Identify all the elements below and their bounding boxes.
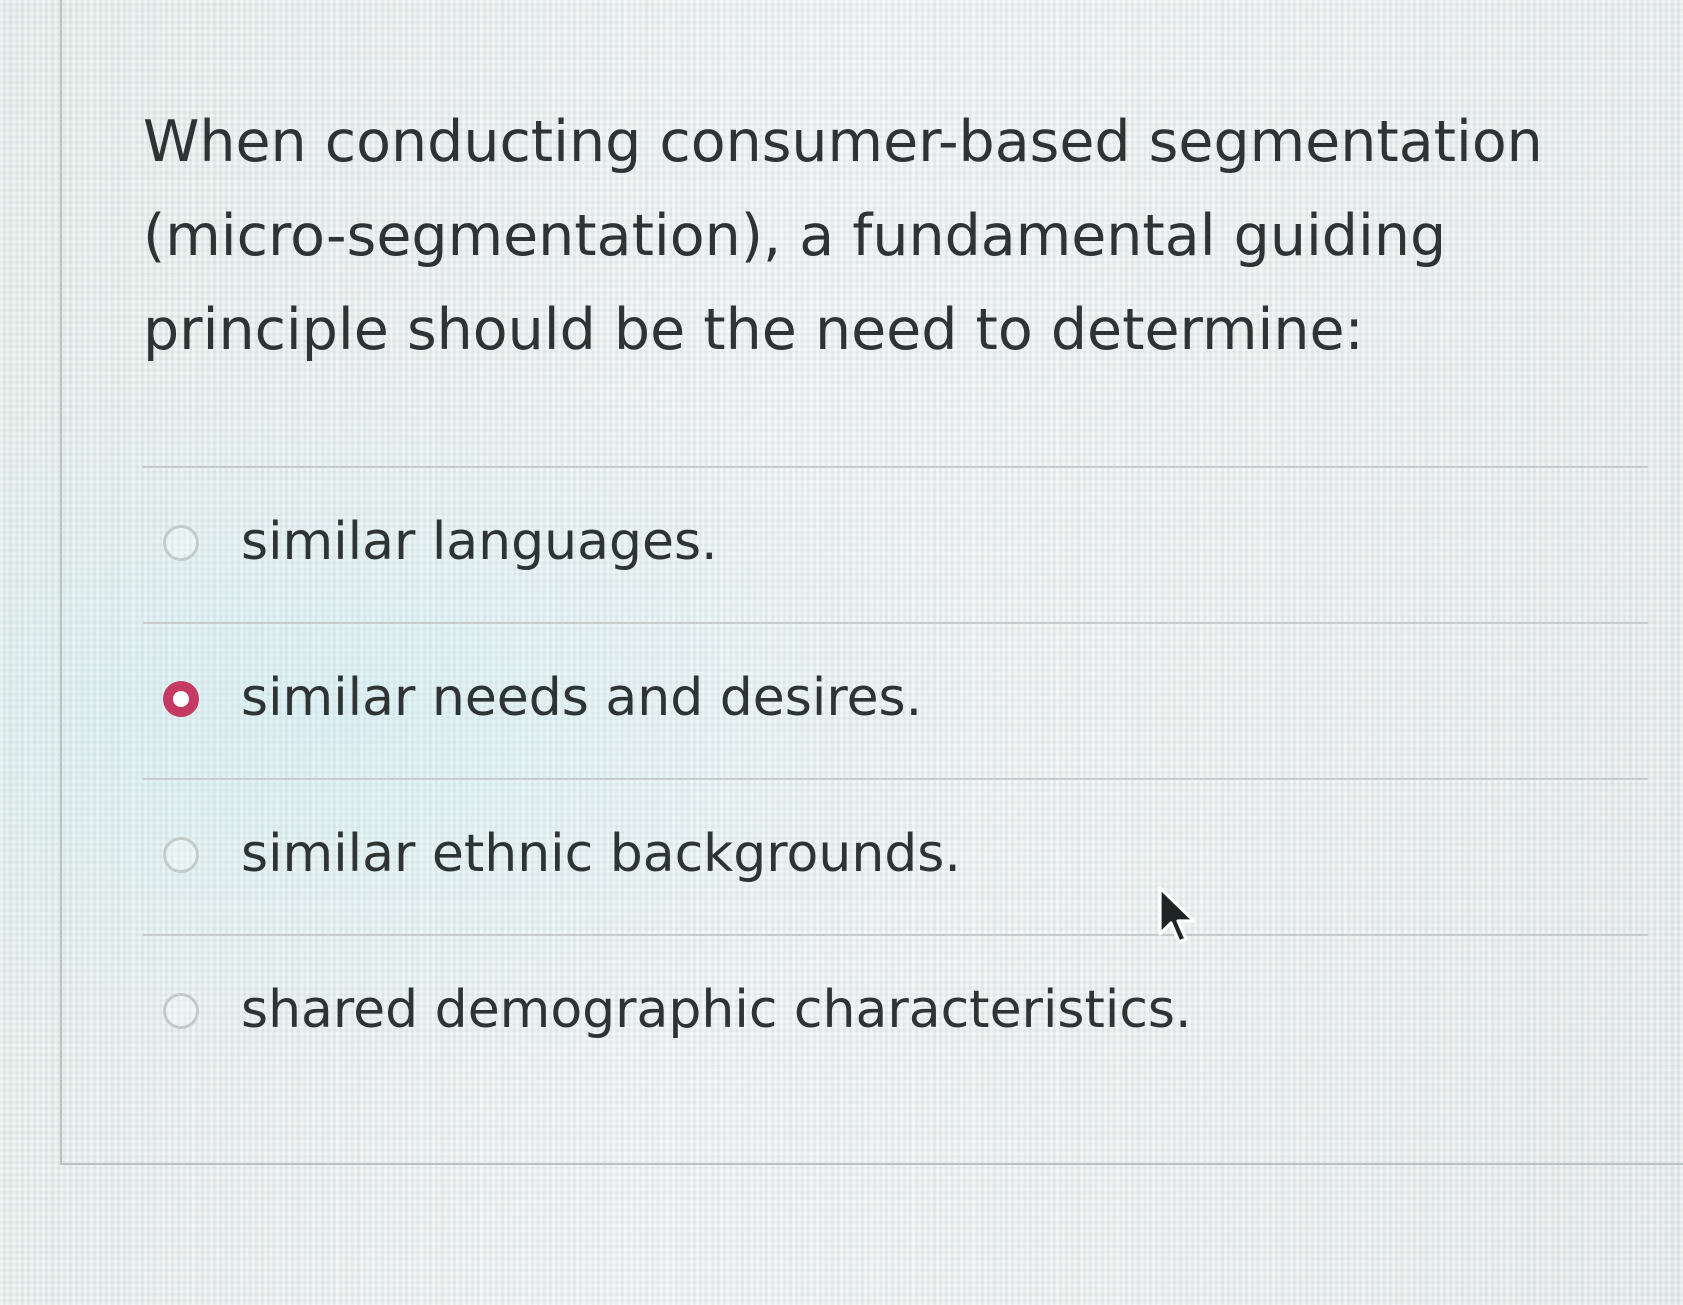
mouse-pointer-icon xyxy=(1158,886,1196,944)
answer-option-similar-needs-and-desires[interactable]: similar needs and desires. xyxy=(143,624,1648,778)
answer-option-similar-ethnic-backgrounds[interactable]: similar ethnic backgrounds. xyxy=(143,780,1648,934)
answer-label[interactable]: similar ethnic backgrounds. xyxy=(241,821,961,887)
radio-button-icon[interactable] xyxy=(163,993,199,1029)
answer-label[interactable]: shared demographic characteristics. xyxy=(241,977,1192,1043)
radio-button-icon[interactable] xyxy=(163,837,199,873)
question-text: When conducting consumer-based segmentat… xyxy=(143,109,1543,363)
answer-label[interactable]: similar languages. xyxy=(241,509,718,575)
answer-label[interactable]: similar needs and desires. xyxy=(241,665,922,731)
answer-option-similar-languages[interactable]: similar languages. xyxy=(143,468,1648,622)
radio-button-icon[interactable] xyxy=(163,525,199,561)
answer-option-shared-demographic-characteristics[interactable]: shared demographic characteristics. xyxy=(143,936,1648,1090)
radio-button-selected-icon[interactable] xyxy=(163,681,199,717)
answer-list: similar languages. similar needs and des… xyxy=(143,466,1648,1090)
